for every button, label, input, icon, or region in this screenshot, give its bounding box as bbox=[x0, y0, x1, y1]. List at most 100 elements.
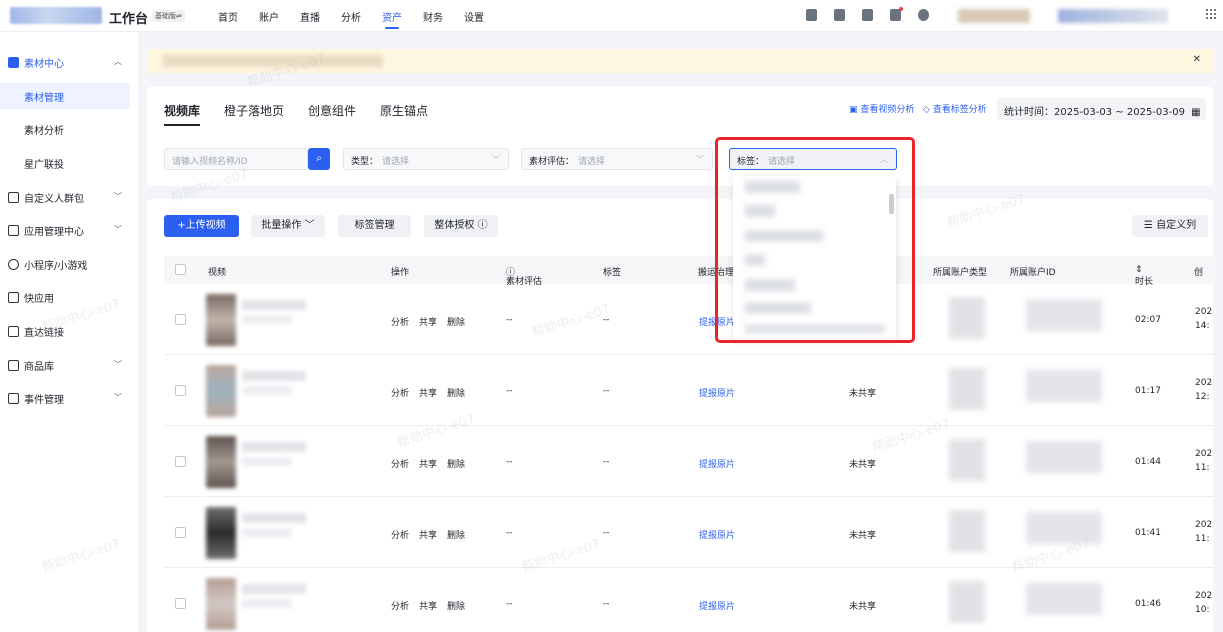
eval-value: -- bbox=[506, 315, 513, 325]
bell-icon[interactable] bbox=[890, 7, 903, 21]
report-original-link[interactable]: 提报原片 bbox=[699, 315, 735, 328]
tag-option[interactable] bbox=[745, 302, 811, 314]
tag-option[interactable] bbox=[745, 325, 885, 333]
video-thumbnail[interactable] bbox=[206, 578, 236, 630]
share-link[interactable]: 共享 bbox=[419, 386, 437, 399]
analyze-link[interactable]: 分析 bbox=[391, 528, 409, 541]
chevron-down-icon: ﹀ bbox=[114, 393, 122, 402]
sidebar-item-quickapp[interactable]: 快应用 bbox=[8, 284, 130, 310]
upload-video-button[interactable]: +上传视频 bbox=[164, 215, 239, 237]
nav-account[interactable]: 账户 bbox=[259, 9, 279, 24]
custom-columns-button[interactable]: ☰ 自定义列 bbox=[1132, 215, 1208, 237]
share-link[interactable]: 共享 bbox=[419, 528, 437, 541]
analyze-link[interactable]: 分析 bbox=[391, 386, 409, 399]
sidebar-item-app-center[interactable]: 应用管理中心 ﹀ bbox=[8, 217, 130, 243]
eval-select[interactable]: 素材评估： 请选择 ﹀ bbox=[521, 148, 713, 170]
analyze-link[interactable]: 分析 bbox=[391, 599, 409, 612]
sidebar-item-material-center[interactable]: 素材中心 ︿ bbox=[8, 49, 130, 75]
tab-landing-page[interactable]: 橙子落地页 bbox=[224, 102, 284, 119]
batch-ops-button[interactable]: 批量操作 ﹀ bbox=[251, 215, 325, 237]
search-button[interactable]: ⌕ bbox=[308, 148, 330, 170]
row-checkbox[interactable] bbox=[175, 385, 186, 396]
doc-icon[interactable] bbox=[806, 9, 817, 21]
video-thumbnail[interactable] bbox=[206, 294, 236, 346]
apps-grid-icon[interactable] bbox=[1205, 8, 1217, 20]
delete-link[interactable]: 删除 bbox=[447, 315, 465, 328]
video-table-panel: +上传视频 批量操作 ﹀ 标签管理 整体授权 ⓘ ☰ 自定义列 视频 操作 素材… bbox=[147, 199, 1213, 632]
share-link[interactable]: 共享 bbox=[419, 599, 437, 612]
row-checkbox[interactable] bbox=[175, 456, 186, 467]
sidebar-sub-material-manage[interactable]: 素材管理 bbox=[0, 83, 130, 109]
analyze-link[interactable]: 分析 bbox=[391, 315, 409, 328]
created-date: 202 bbox=[1195, 449, 1213, 459]
tab-creative-component[interactable]: 创意组件 bbox=[308, 102, 356, 119]
nav-home[interactable]: 首页 bbox=[218, 9, 238, 24]
stat-date-range[interactable]: 统计时间：2025-03-03 ~ 2025-03-09 ▦ bbox=[997, 98, 1206, 120]
view-tag-analysis-link[interactable]: ◇ 查看标签分析 bbox=[923, 102, 987, 115]
clipboard-icon[interactable] bbox=[834, 9, 845, 21]
account-selector[interactable] bbox=[958, 9, 1030, 23]
tag-manage-button[interactable]: 标签管理 bbox=[338, 215, 411, 237]
delete-link[interactable]: 删除 bbox=[447, 599, 465, 612]
video-title[interactable] bbox=[242, 513, 306, 523]
video-title[interactable] bbox=[242, 300, 306, 310]
close-icon[interactable]: ✕ bbox=[1193, 54, 1201, 65]
analyze-link[interactable]: 分析 bbox=[391, 457, 409, 470]
share-link[interactable]: 共享 bbox=[419, 457, 437, 470]
upload-icon[interactable] bbox=[862, 9, 873, 21]
row-checkbox[interactable] bbox=[175, 527, 186, 538]
duration: 01:46 bbox=[1135, 599, 1161, 609]
nav-finance[interactable]: 财务 bbox=[423, 9, 443, 24]
duration-header[interactable]: 时长 ⇕ bbox=[1135, 265, 1153, 287]
video-title[interactable] bbox=[242, 371, 306, 381]
sidebar-item-audience[interactable]: 自定义人群包 ﹀ bbox=[8, 184, 130, 210]
chevron-down-icon: ﹀ bbox=[114, 360, 122, 369]
tag-option[interactable] bbox=[745, 181, 800, 193]
delete-link[interactable]: 删除 bbox=[447, 386, 465, 399]
help-icon[interactable] bbox=[918, 9, 929, 21]
table-row: 分析 共享 删除 -- -- 提报原片 未共享 01:17 202 12: bbox=[164, 356, 1213, 426]
report-original-link[interactable]: 提报原片 bbox=[699, 457, 735, 470]
tag-option[interactable] bbox=[745, 279, 795, 291]
type-select[interactable]: 类型： 请选择 ﹀ bbox=[343, 148, 509, 170]
sidebar-item-direct-link[interactable]: 直达链接 bbox=[8, 318, 130, 344]
row-checkbox[interactable] bbox=[175, 598, 186, 609]
nav-live[interactable]: 直播 bbox=[300, 9, 320, 24]
sidebar-sub-star-ads[interactable]: 星广联投 bbox=[0, 150, 130, 176]
tag-option[interactable] bbox=[745, 205, 775, 217]
sidebar-item-event-manage[interactable]: 事件管理 ﹀ bbox=[8, 385, 130, 411]
video-title[interactable] bbox=[242, 442, 306, 452]
sidebar-item-product-lib[interactable]: 商品库 ﹀ bbox=[8, 352, 130, 378]
user-menu[interactable] bbox=[1058, 9, 1168, 23]
share-link[interactable]: 共享 bbox=[419, 315, 437, 328]
view-video-analysis-link[interactable]: ▣ 查看视频分析 bbox=[849, 102, 914, 115]
tab-native-anchor[interactable]: 原生锚点 bbox=[380, 102, 428, 119]
tab-video-library[interactable]: 视频库 bbox=[164, 102, 201, 126]
tag-option[interactable] bbox=[745, 254, 765, 266]
report-original-link[interactable]: 提报原片 bbox=[699, 386, 735, 399]
delete-link[interactable]: 删除 bbox=[447, 457, 465, 470]
search-input[interactable]: 请输入视频名称/ID bbox=[164, 148, 308, 170]
report-original-link[interactable]: 提报原片 bbox=[699, 528, 735, 541]
report-original-link[interactable]: 提报原片 bbox=[699, 599, 735, 612]
select-all-checkbox[interactable] bbox=[175, 264, 186, 275]
sidebar-sub-material-analysis[interactable]: 素材分析 bbox=[0, 116, 130, 142]
video-thumbnail[interactable] bbox=[206, 365, 236, 417]
nav-assets[interactable]: 资产 bbox=[382, 9, 402, 29]
brand-logo[interactable] bbox=[10, 7, 102, 24]
tag-option[interactable] bbox=[745, 230, 823, 242]
authorize-all-button[interactable]: 整体授权 ⓘ bbox=[424, 215, 498, 237]
video-thumbnail[interactable] bbox=[206, 507, 236, 559]
nav-analysis[interactable]: 分析 bbox=[341, 9, 361, 24]
sidebar-item-miniapp[interactable]: 小程序/小游戏 bbox=[8, 251, 130, 277]
dropdown-scrollbar[interactable] bbox=[889, 194, 894, 214]
nav-settings[interactable]: 设置 bbox=[464, 9, 484, 24]
row-checkbox[interactable] bbox=[175, 314, 186, 325]
version-switch[interactable]: 基础版⇌ bbox=[152, 10, 185, 22]
video-title[interactable] bbox=[242, 584, 306, 594]
video-thumbnail[interactable] bbox=[206, 436, 236, 488]
delete-link[interactable]: 删除 bbox=[447, 528, 465, 541]
product-icon bbox=[8, 359, 19, 371]
eval-value: -- bbox=[506, 528, 513, 538]
tag-select[interactable]: 标签： 请选择 ︿ bbox=[729, 148, 897, 170]
